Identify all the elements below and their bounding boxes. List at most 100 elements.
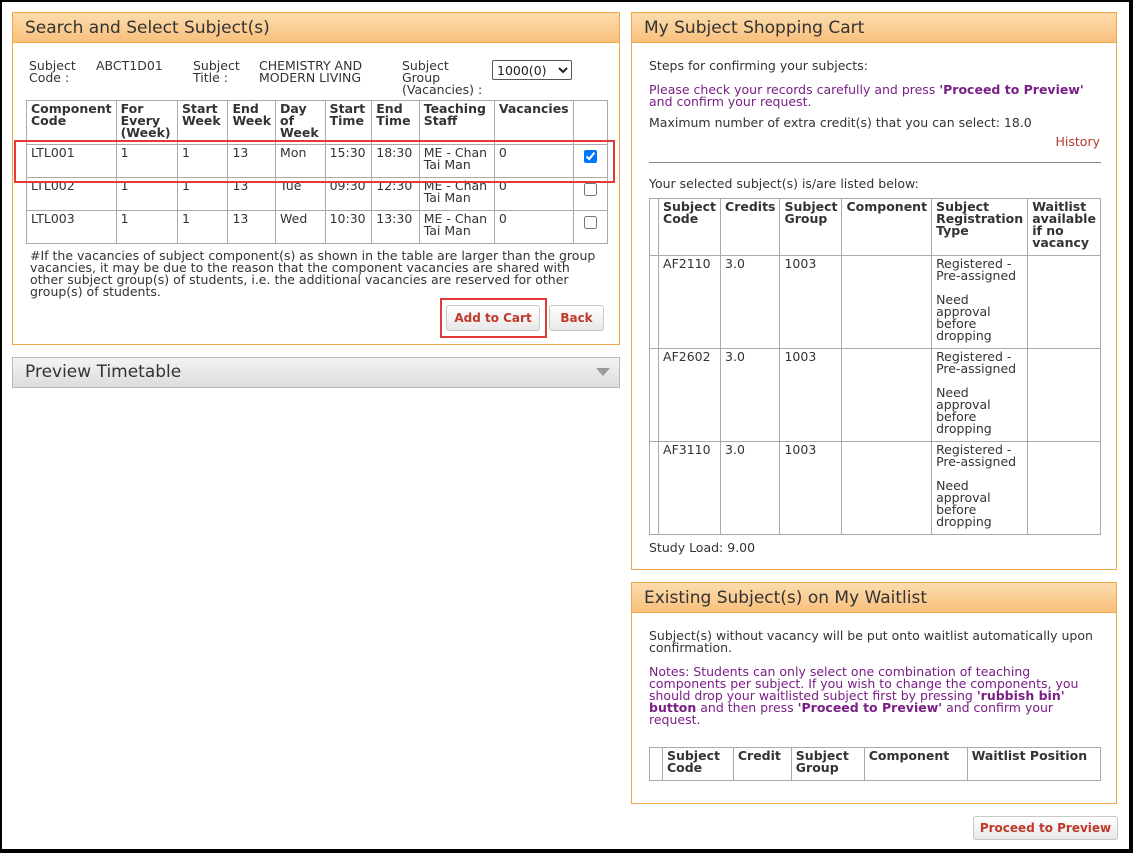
registration-type: Registered - Pre-assigned — [936, 349, 1017, 376]
divider — [649, 162, 1101, 163]
approval-note: Need approval before dropping — [936, 478, 992, 529]
col-header: Vacancies — [493, 100, 574, 145]
cell-code: LTL002 — [26, 177, 117, 211]
approval-note: Need approval before dropping — [936, 292, 992, 343]
cell-start-week: 1 — [177, 177, 229, 211]
cell-type: Registered - Pre-assigned Need approval … — [931, 441, 1029, 535]
col-header: Credits — [720, 198, 781, 256]
cell-component — [841, 441, 933, 535]
steps-text: Steps for confirming your subjects: — [649, 58, 868, 73]
component-table-header: Component Code For Every (Week) Start We… — [26, 100, 609, 145]
back-button[interactable]: Back — [549, 305, 604, 331]
cart-panel: My Subject Shopping Cart Steps for confi… — [631, 12, 1117, 570]
approval-note: Need approval before dropping — [936, 385, 992, 436]
cell-credits: 3.0 — [720, 255, 781, 349]
col-header: Credit — [732, 747, 792, 781]
cell-code: LTL001 — [26, 144, 117, 178]
cell-day: Wed — [275, 210, 326, 244]
col-header: Subject Group — [790, 747, 865, 781]
cell-credits: 3.0 — [720, 348, 781, 442]
select-checkbox[interactable] — [583, 216, 597, 229]
cell-end-time: 18:30 — [371, 144, 420, 178]
table-row[interactable]: LTL003 1 1 13 Wed 10:30 13:30 ME - Chan … — [26, 210, 609, 244]
instruction-text: Please check your records carefully and … — [649, 83, 1109, 109]
select-checkbox[interactable] — [583, 183, 597, 196]
cart-table-header: Subject Code Credits Subject Group Compo… — [648, 198, 1101, 256]
subject-code-label: Subject Code : — [29, 58, 76, 85]
cell-vacancies: 0 — [493, 177, 574, 211]
table-row: AF2602 3.0 1003 Registered - Pre-assigne… — [648, 348, 1101, 442]
waitlist-table: Subject Code Credit Subject Group Compon… — [649, 747, 1102, 781]
cell-every: 1 — [115, 177, 179, 211]
table-row: AF3110 3.0 1003 Registered - Pre-assigne… — [648, 441, 1101, 535]
cell-waitlist — [1027, 441, 1101, 535]
col-header: Waitlist available if no vacancy — [1027, 198, 1101, 256]
add-to-cart-button[interactable]: Add to Cart — [446, 305, 540, 331]
preview-panel[interactable]: Preview Timetable — [12, 357, 620, 388]
col-header: Subject Code — [661, 747, 734, 781]
search-panel-title: Search and Select Subject(s) — [13, 13, 619, 43]
cell-every: 1 — [115, 210, 179, 244]
cell-end-week: 13 — [227, 144, 277, 178]
max-credit-text: Maximum number of extra credit(s) that y… — [649, 115, 1032, 130]
cell-select — [572, 144, 609, 178]
cell-staff: ME - Chan Tai Man — [418, 177, 495, 211]
cell-component — [841, 348, 933, 442]
cell-credits: 3.0 — [720, 441, 781, 535]
notes-mid: and then press — [696, 700, 798, 715]
subject-group-select[interactable]: 1000(0) — [492, 60, 572, 80]
table-row[interactable]: LTL002 1 1 13 Tue 09:30 12:30 ME - Chan … — [26, 177, 609, 211]
proceed-to-preview-button[interactable]: Proceed to Preview — [973, 816, 1118, 840]
col-header: Component Code — [26, 100, 117, 145]
subject-title-label: Subject Title : — [193, 58, 240, 85]
cell-component — [841, 255, 933, 349]
col-header-action — [648, 198, 660, 256]
cell-select — [572, 177, 609, 211]
cell-end-week: 13 — [227, 210, 277, 244]
cell-action — [648, 255, 660, 349]
cell-waitlist — [1027, 348, 1101, 442]
cart-panel-title: My Subject Shopping Cart — [632, 13, 1116, 43]
waitlist-panel-title: Existing Subject(s) on My Waitlist — [632, 583, 1116, 613]
cell-vacancies: 0 — [493, 144, 574, 178]
vacancy-note: #If the vacancies of subject component(s… — [30, 248, 596, 299]
col-header-select — [572, 100, 609, 145]
cart-table: Subject Code Credits Subject Group Compo… — [648, 198, 1101, 535]
cell-code: AF2602 — [658, 348, 722, 442]
col-header: Day of Week — [275, 100, 326, 145]
notes-bold-proceed: 'Proceed to Preview' — [797, 700, 943, 715]
col-header: For Every (Week) — [115, 100, 179, 145]
cell-start-time: 10:30 — [324, 210, 373, 244]
waitlist-notes: Notes: Students can only select one comb… — [649, 665, 1101, 726]
cell-group: 1003 — [779, 441, 843, 535]
waitlist-info: Subject(s) without vacancy will be put o… — [649, 628, 1093, 655]
cell-start-time: 15:30 — [324, 144, 373, 178]
app-window: Search and Select Subject(s) Subject Cod… — [2, 2, 1129, 849]
cell-type: Registered - Pre-assigned Need approval … — [931, 348, 1029, 442]
subject-code-value: ABCT1D01 — [96, 58, 163, 73]
cell-action — [648, 441, 660, 535]
selected-text: Your selected subject(s) is/are listed b… — [649, 176, 919, 191]
history-link[interactable]: History — [1056, 135, 1100, 148]
cell-day: Mon — [275, 144, 326, 178]
triangle-down-icon[interactable] — [595, 367, 611, 377]
registration-type: Registered - Pre-assigned — [936, 256, 1017, 283]
component-table: Component Code For Every (Week) Start We… — [26, 100, 609, 244]
col-header: Component — [863, 747, 968, 781]
instruction-post: and confirm your request. — [649, 94, 812, 109]
cell-every: 1 — [115, 144, 179, 178]
registration-type: Registered - Pre-assigned — [936, 442, 1017, 469]
cell-start-week: 1 — [177, 144, 229, 178]
table-row: AF2110 3.0 1003 Registered - Pre-assigne… — [648, 255, 1101, 349]
cell-day: Tue — [275, 177, 326, 211]
study-load: Study Load: 9.00 — [649, 540, 756, 555]
select-checkbox[interactable] — [583, 150, 597, 163]
cell-staff: ME - Chan Tai Man — [418, 144, 495, 178]
cell-start-week: 1 — [177, 210, 229, 244]
waitlist-panel: Existing Subject(s) on My Waitlist Subje… — [631, 582, 1117, 804]
cell-select — [572, 210, 609, 244]
table-row[interactable]: LTL001 1 1 13 Mon 15:30 18:30 ME - Chan … — [26, 144, 609, 178]
cell-group: 1003 — [779, 255, 843, 349]
col-header: End Time — [371, 100, 420, 145]
cell-start-time: 09:30 — [324, 177, 373, 211]
